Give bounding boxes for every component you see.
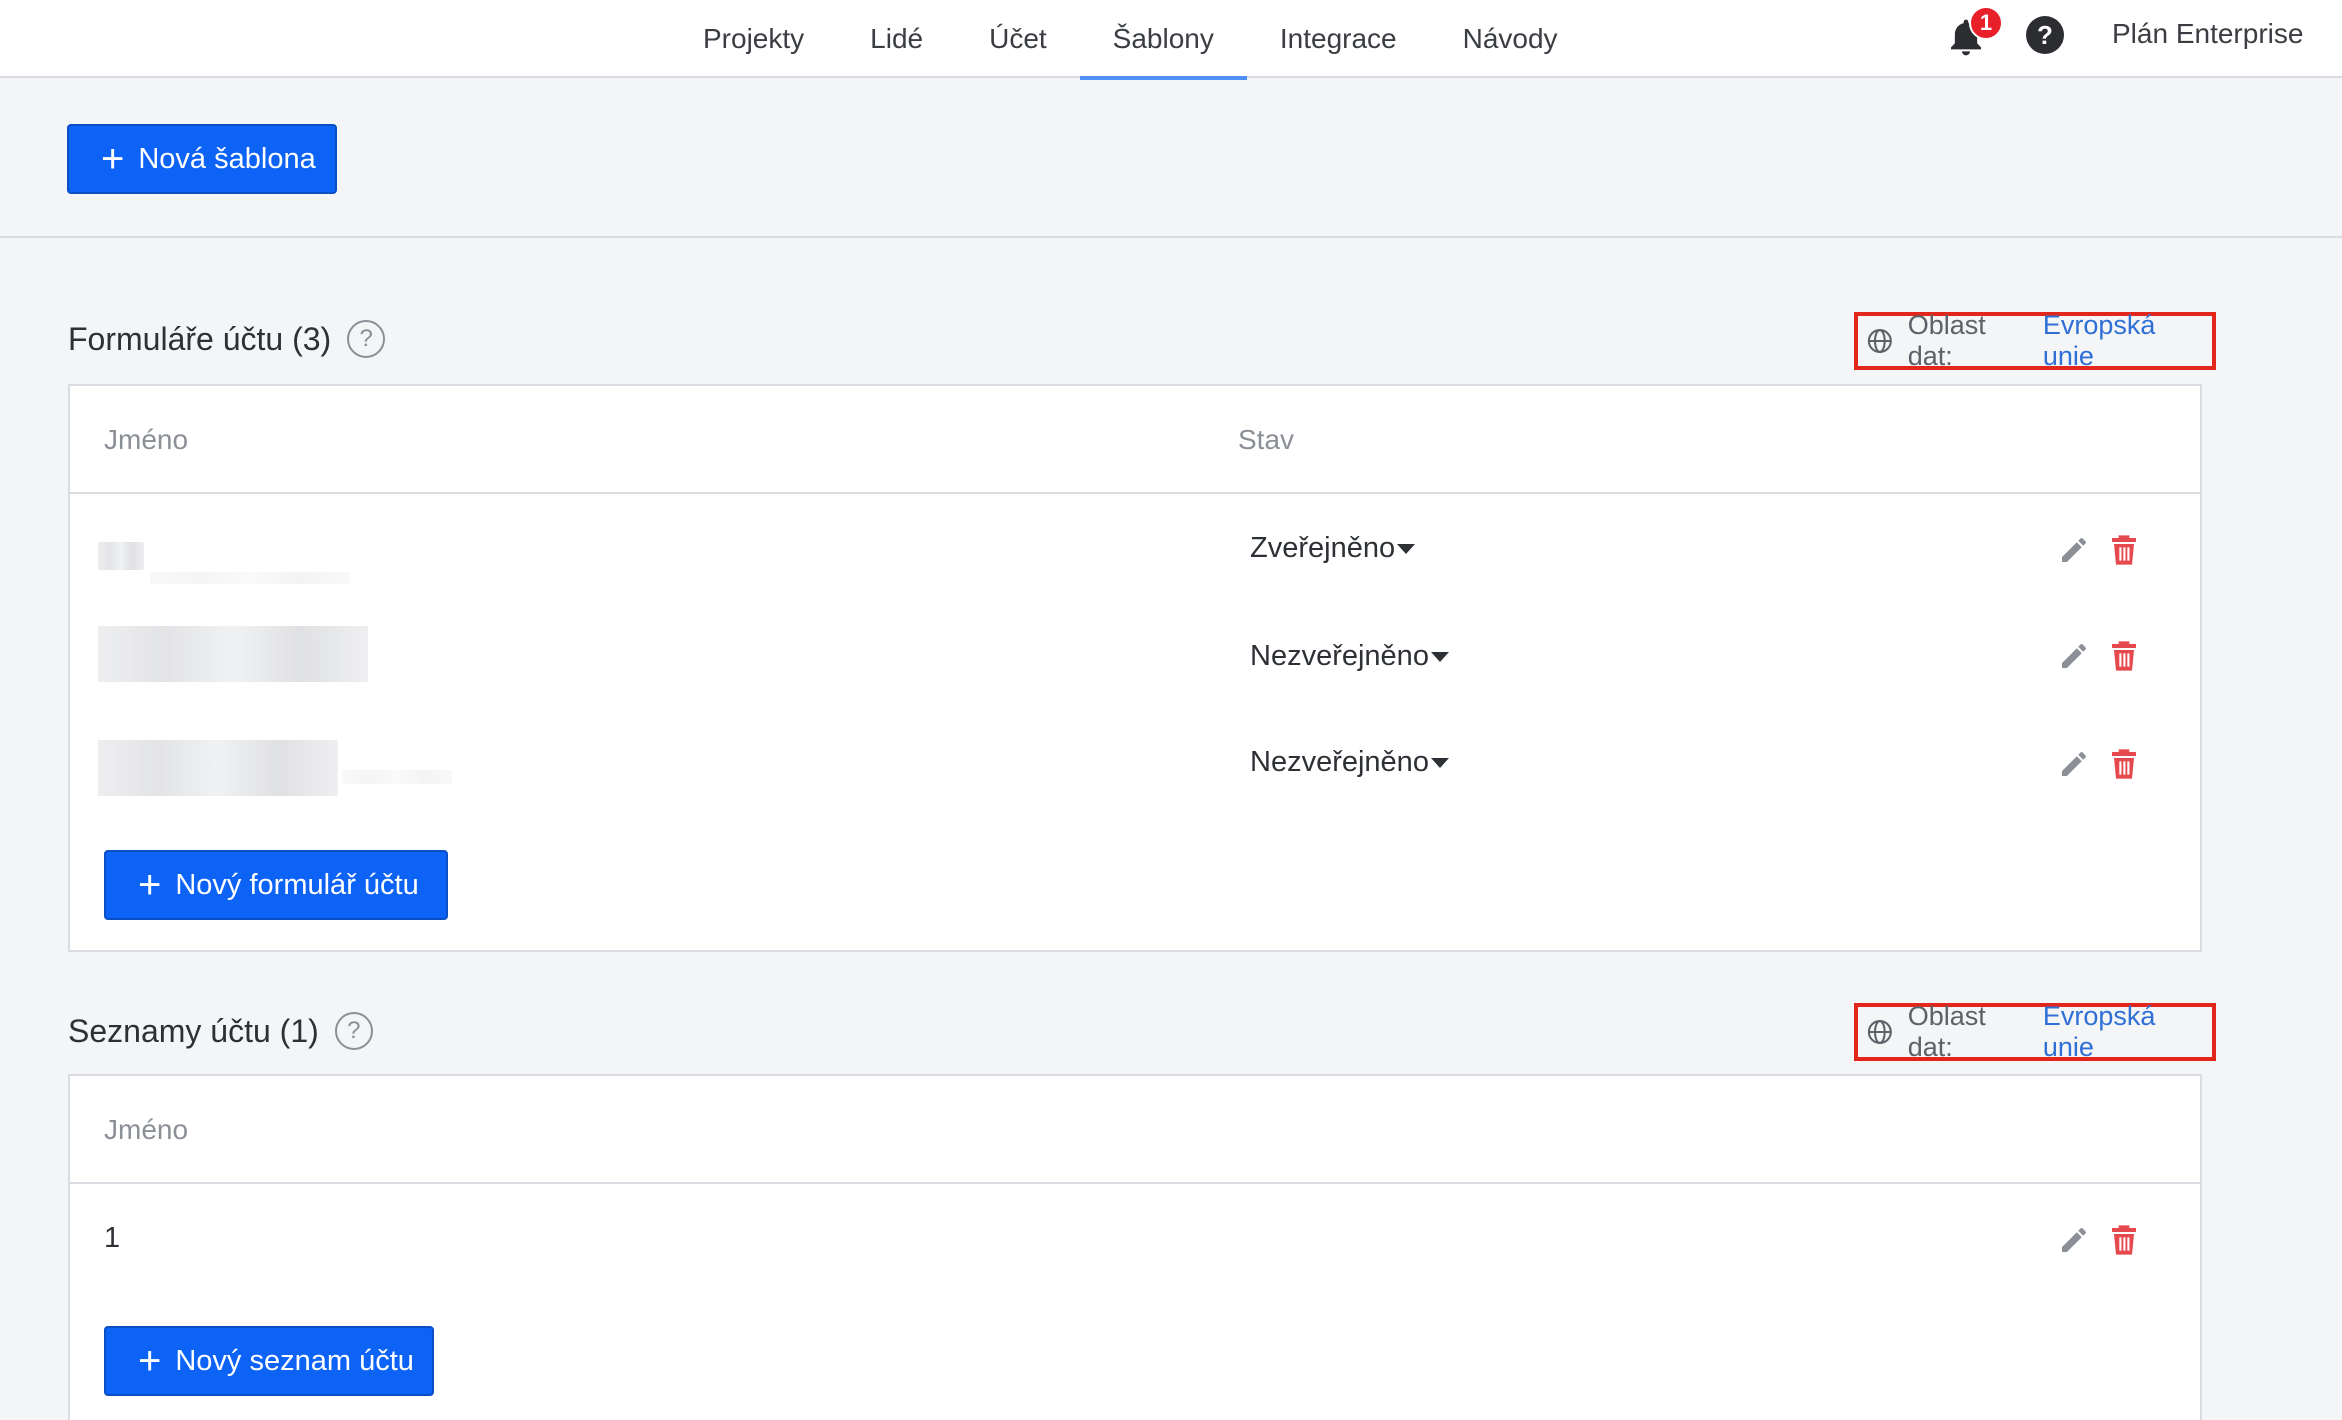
region-label: Oblast dat: <box>1907 310 1986 371</box>
caret-down-icon <box>1397 543 1416 554</box>
nav-item-ucet[interactable]: Účet <box>956 0 1080 78</box>
nav-item-label: Návody <box>1462 23 1558 54</box>
status-dropdown[interactable]: Zveřejněno <box>1250 532 1416 565</box>
region-label: Oblast dat: <box>1907 1001 1986 1062</box>
main-nav: Projekty Lidé Účet Šablony Integrace Náv… <box>670 0 1591 80</box>
section-title-text: Formuláře účtu (3) <box>68 320 332 357</box>
nav-item-label: Lidé <box>870 23 924 54</box>
table-header: Jméno <box>70 1076 2200 1184</box>
plus-icon: + <box>138 863 162 907</box>
nav-item-label: Šablony <box>1112 23 1214 54</box>
trash-icon[interactable] <box>2110 534 2138 566</box>
nav-item-navody[interactable]: Návody <box>1430 0 1591 78</box>
button-label: Nová šablona <box>138 142 316 175</box>
new-account-list-button[interactable]: + Nový seznam účtu <box>104 1326 434 1396</box>
trash-icon[interactable] <box>2110 1224 2138 1256</box>
help-circle-icon[interactable]: ? <box>347 320 386 358</box>
trash-icon[interactable] <box>2110 640 2138 672</box>
status-value: Zveřejněno <box>1250 532 1396 564</box>
column-header-name: Jméno <box>104 1114 189 1145</box>
trash-icon[interactable] <box>2110 748 2138 780</box>
new-account-form-button[interactable]: + Nový formulář účtu <box>104 850 448 920</box>
help-icon[interactable]: ? <box>2026 16 2064 54</box>
section-title-text: Seznamy účtu (1) <box>68 1012 319 1049</box>
plan-label[interactable]: Plán Enterprise <box>2112 18 2303 50</box>
data-region-indicator: Oblast dat: Evropská unie <box>1854 1001 2216 1063</box>
top-navigation-bar: Projekty Lidé Účet Šablony Integrace Náv… <box>0 0 2342 80</box>
status-value: Nezveřejněno <box>1250 746 1429 778</box>
button-label: Nový seznam účtu <box>175 1344 414 1377</box>
globe-icon <box>1867 1020 1892 1044</box>
nav-item-integrace[interactable]: Integrace <box>1247 0 1430 78</box>
redacted-name <box>98 542 144 570</box>
nav-item-label: Integrace <box>1279 23 1397 54</box>
redacted-name <box>150 572 350 584</box>
nav-item-projekty[interactable]: Projekty <box>670 0 837 78</box>
nav-item-label: Projekty <box>703 23 805 54</box>
redacted-name <box>342 770 452 784</box>
help-circle-icon[interactable]: ? <box>334 1012 373 1050</box>
caret-down-icon <box>1430 651 1449 662</box>
lists-table: Jméno 1 + Nový seznam účtu <box>68 1074 2202 1420</box>
nav-item-label: Účet <box>989 23 1047 54</box>
column-header-status: Stav <box>1238 424 1295 455</box>
region-link[interactable]: Evropská unie <box>2043 1001 2212 1063</box>
lists-section-title: Seznamy účtu (1) ? <box>68 1012 373 1050</box>
redacted-name <box>98 740 338 796</box>
forms-section-title: Formuláře účtu (3) ? <box>68 320 386 358</box>
status-dropdown[interactable]: Nezveřejněno <box>1250 640 1449 673</box>
pencil-icon[interactable] <box>2058 748 2090 780</box>
nav-item-lide[interactable]: Lidé <box>837 0 956 78</box>
status-value: Nezveřejněno <box>1250 640 1429 672</box>
caret-down-icon <box>1430 757 1449 768</box>
new-template-button[interactable]: + Nová šablona <box>67 124 337 194</box>
redacted-name <box>98 626 368 682</box>
button-label: Nový formulář účtu <box>175 868 419 901</box>
plus-icon: + <box>138 1339 162 1383</box>
forms-table: Jméno Stav Zveřejněno Nezveřejněno Nezve… <box>68 384 2202 952</box>
data-region-indicator: Oblast dat: Evropská unie <box>1854 310 2216 372</box>
plus-icon: + <box>101 137 125 181</box>
region-link[interactable]: Evropská unie <box>2043 310 2212 372</box>
pencil-icon[interactable] <box>2058 1224 2090 1256</box>
status-dropdown[interactable]: Nezveřejněno <box>1250 746 1449 779</box>
pencil-icon[interactable] <box>2058 640 2090 672</box>
globe-icon <box>1867 329 1892 353</box>
toolbar: + Nová šablona <box>0 80 2342 238</box>
nav-item-sablony[interactable]: Šablony <box>1079 0 1248 80</box>
pencil-icon[interactable] <box>2058 534 2090 566</box>
table-header: Jméno Stav <box>70 386 2200 494</box>
list-name[interactable]: 1 <box>104 1222 120 1255</box>
notification-badge: 1 <box>1969 6 2003 40</box>
column-header-name: Jméno <box>104 424 189 455</box>
